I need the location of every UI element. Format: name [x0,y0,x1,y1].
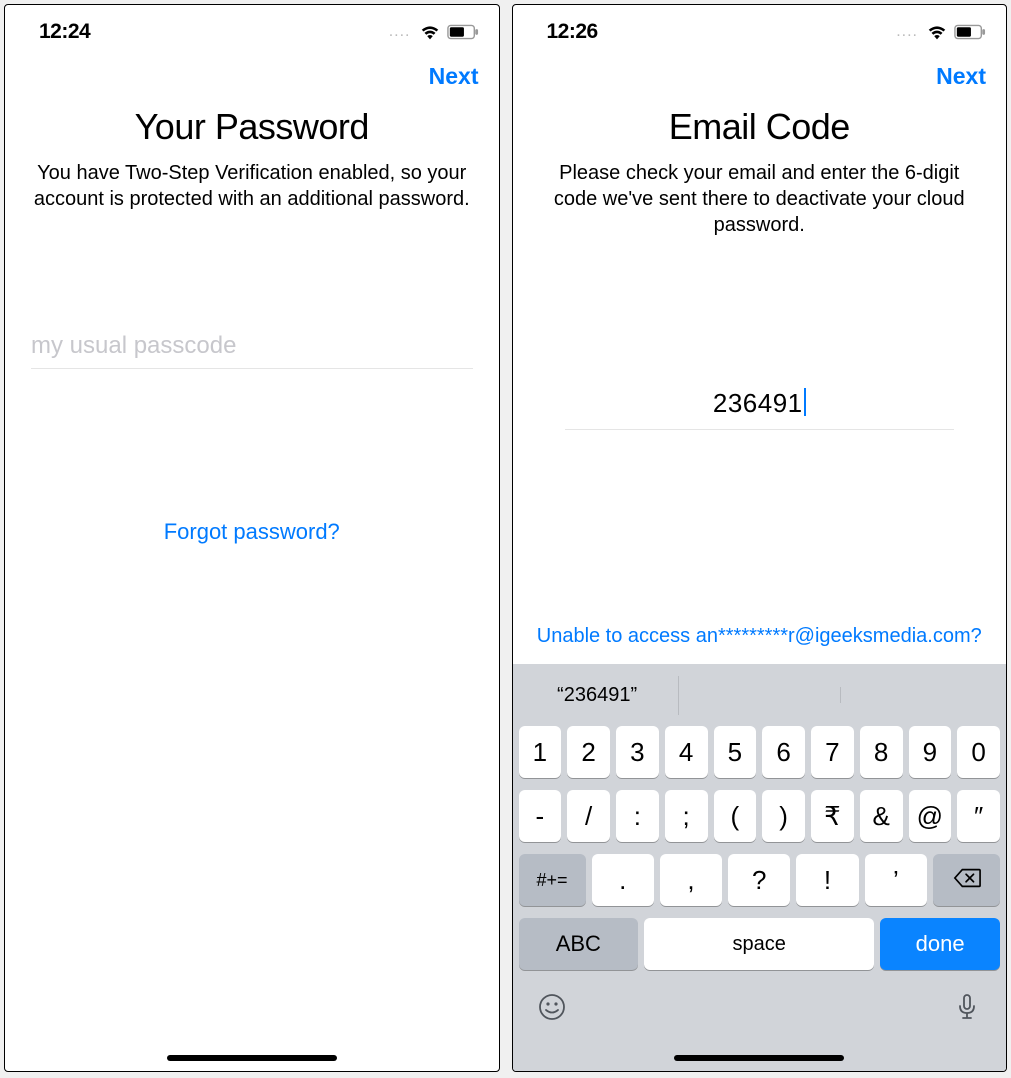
code-input-value: 236491 [713,388,803,419]
key-done[interactable]: done [880,918,1000,970]
password-field-wrap [31,332,473,369]
key-period[interactable]: . [592,854,654,906]
key-alt-symbols[interactable]: #+= [519,854,586,906]
code-field-wrap[interactable]: 236491 [565,388,955,430]
key-5[interactable]: 5 [714,726,757,778]
status-bar: 12:24 .... [5,5,499,53]
keyboard: “236491” 1 2 3 4 5 6 7 8 9 0 - / : ; ( )… [513,664,1007,1071]
key-exclaim[interactable]: ! [796,854,858,906]
key-7[interactable]: 7 [811,726,854,778]
key-backspace[interactable] [933,854,1000,906]
key-comma[interactable]: , [660,854,722,906]
battery-icon [447,24,479,40]
text-cursor [804,388,806,416]
cellular-dots-icon: .... [896,23,918,41]
next-button[interactable]: Next [936,63,986,90]
suggestion-item[interactable]: “236491” [517,676,679,715]
status-bar: 12:26 .... [513,5,1007,53]
wifi-icon [419,23,441,41]
key-4[interactable]: 4 [665,726,708,778]
home-indicator[interactable] [167,1055,337,1061]
key-colon[interactable]: : [616,790,659,842]
page-title: Email Code [521,106,999,148]
keyboard-bottom-row [517,976,1003,1063]
suggestion-item-empty[interactable] [679,687,841,703]
key-6[interactable]: 6 [762,726,805,778]
key-amp[interactable]: & [860,790,903,842]
status-time: 12:24 [39,20,90,44]
page-title: Your Password [21,106,483,148]
keyboard-row-4: ABC space done [517,912,1003,976]
key-dash[interactable]: - [519,790,562,842]
wifi-icon [926,23,948,41]
phone-password-screen: 12:24 .... Next Your Password You have T… [4,4,500,1072]
cellular-dots-icon: .... [389,23,411,41]
key-abc[interactable]: ABC [519,918,639,970]
page-subtitle: You have Two-Step Verification enabled, … [21,160,483,212]
key-3[interactable]: 3 [616,726,659,778]
emoji-icon[interactable] [537,992,567,1027]
key-space[interactable]: space [644,918,874,970]
content-area: Your Password You have Two-Step Verifica… [5,96,499,1071]
content-area: Email Code Please check your email and e… [513,96,1007,664]
forgot-password-link[interactable]: Forgot password? [164,519,340,545]
nav-bar: Next [513,53,1007,96]
key-apostrophe[interactable]: ’ [865,854,927,906]
key-question[interactable]: ? [728,854,790,906]
key-rparen[interactable]: ) [762,790,805,842]
backspace-icon [953,867,981,894]
suggestion-item-empty[interactable] [841,687,1002,703]
key-doubleprime[interactable]: ″ [957,790,1000,842]
nav-bar: Next [5,53,499,96]
key-semicolon[interactable]: ; [665,790,708,842]
key-lparen[interactable]: ( [714,790,757,842]
keyboard-row-3: #+= . , ? ! ’ [517,848,1003,912]
key-1[interactable]: 1 [519,726,562,778]
suggestion-bar: “236491” [517,670,1003,720]
key-0[interactable]: 0 [957,726,1000,778]
page-subtitle: Please check your email and enter the 6-… [521,160,999,238]
status-right: .... [896,23,986,41]
unable-to-access-link[interactable]: Unable to access an*********r@igeeksmedi… [521,615,999,664]
key-slash[interactable]: / [567,790,610,842]
phone-emailcode-screen: 12:26 .... Next Email Code Please check … [512,4,1008,1072]
key-at[interactable]: @ [909,790,952,842]
key-rupee[interactable]: ₹ [811,790,854,842]
password-input[interactable] [31,332,473,360]
keyboard-row-2: - / : ; ( ) ₹ & @ ″ [517,784,1003,848]
next-button[interactable]: Next [429,63,479,90]
keyboard-row-1: 1 2 3 4 5 6 7 8 9 0 [517,720,1003,784]
key-2[interactable]: 2 [567,726,610,778]
home-indicator[interactable] [674,1055,844,1061]
battery-icon [954,24,986,40]
status-right: .... [389,23,479,41]
microphone-icon[interactable] [952,992,982,1027]
key-9[interactable]: 9 [909,726,952,778]
status-time: 12:26 [547,20,598,44]
key-8[interactable]: 8 [860,726,903,778]
